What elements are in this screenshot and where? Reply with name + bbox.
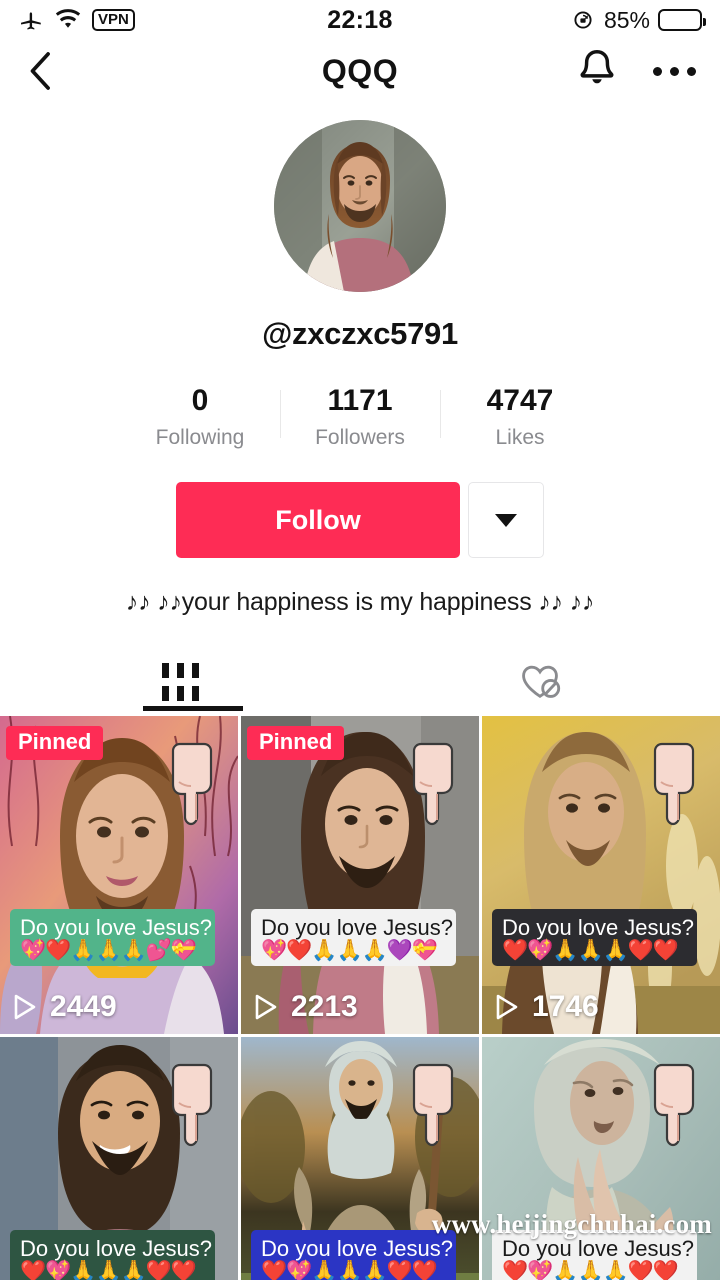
more-dots-icon bbox=[653, 66, 662, 76]
profile-stats: 0 Following 1171 Followers 4747 Likes bbox=[0, 384, 720, 450]
stat-likes[interactable]: 4747 Likes bbox=[440, 384, 600, 450]
stat-value: 1171 bbox=[327, 384, 393, 417]
video-cell[interactable]: Do you love Jesus? ❤️💖🙏🙏🙏❤️❤️ 1071 bbox=[241, 1037, 479, 1280]
video-cell[interactable]: Do you love Jesus? ❤️💖🙏🙏🙏❤️❤️ 1746 bbox=[482, 716, 720, 1034]
caption-emojis: 💖❤️🙏🙏🙏💜💝 bbox=[261, 939, 438, 962]
video-caption: Do you love Jesus? 💖❤️🙏🙏🙏💜💝 bbox=[251, 908, 456, 966]
pointing-down-hand-sticker bbox=[648, 738, 708, 835]
video-cell[interactable]: Pinned Do you love Jesus? 💖❤️🙏🙏🙏💜💝 2213 bbox=[241, 716, 479, 1034]
caption-text: Do you love Jesus? bbox=[502, 914, 694, 940]
play-count: 2449 bbox=[12, 990, 117, 1024]
avatar[interactable] bbox=[274, 120, 446, 292]
battery-icon bbox=[658, 9, 706, 31]
caption-emojis: ❤️💖🙏🙏🙏❤️❤️ bbox=[261, 1260, 438, 1280]
video-cell[interactable]: Pinned Do you love Jesus? 💖❤️🙏🙏🙏💕💝 2449 bbox=[0, 716, 238, 1034]
caption-emojis: 💖❤️🙏🙏🙏💕💝 bbox=[20, 939, 197, 962]
video-cell[interactable]: Do you love Jesus? ❤️💖🙏🙏🙏❤️❤️ 1271 bbox=[0, 1037, 238, 1280]
profile-more-button[interactable] bbox=[468, 482, 544, 558]
stat-followers[interactable]: 1171 Followers bbox=[280, 384, 440, 450]
stat-label: Following bbox=[155, 426, 245, 449]
profile-bio: ♪♪ ♪♪your happiness is my happiness ♪♪ ♪… bbox=[125, 588, 595, 616]
play-count: 2213 bbox=[253, 990, 358, 1024]
profile-handle: @zxczxc5791 bbox=[262, 316, 458, 351]
caption-emojis: ❤️💖🙏🙏🙏❤️❤️ bbox=[502, 1260, 679, 1280]
more-options-button[interactable] bbox=[653, 66, 696, 76]
play-count-value: 2213 bbox=[291, 990, 358, 1023]
profile-actions: Follow bbox=[0, 482, 720, 558]
profile-tabs bbox=[0, 653, 720, 711]
grid-icon bbox=[161, 663, 199, 701]
caption-emojis: ❤️💖🙏🙏🙏❤️❤️ bbox=[502, 939, 679, 962]
site-watermark: www.heijingchuhai.com bbox=[431, 1209, 712, 1239]
back-chevron-icon bbox=[30, 52, 50, 90]
status-bar: VPN 22:18 85% bbox=[0, 0, 720, 40]
video-caption: Do you love Jesus? 💖❤️🙏🙏🙏💕💝 bbox=[10, 908, 215, 966]
play-count-value: 2449 bbox=[50, 990, 117, 1023]
follow-button[interactable]: Follow bbox=[176, 482, 460, 558]
tab-videos[interactable] bbox=[0, 653, 360, 711]
bell-icon bbox=[580, 49, 614, 83]
pinned-badge: Pinned bbox=[6, 726, 104, 761]
profile-section: @zxczxc5791 0 Following 1171 Followers 4… bbox=[0, 102, 720, 617]
chevron-down-icon bbox=[495, 513, 517, 527]
notifications-button[interactable] bbox=[575, 45, 619, 98]
caption-text: Do you love Jesus? bbox=[261, 1235, 453, 1261]
play-count-value: 1746 bbox=[532, 990, 599, 1023]
status-bar-clock: 22:18 bbox=[327, 5, 393, 34]
video-caption: Do you love Jesus? ❤️💖🙏🙏🙏❤️❤️ bbox=[251, 1229, 456, 1280]
pointing-down-hand-sticker bbox=[166, 1059, 226, 1156]
nav-actions bbox=[575, 45, 696, 98]
pointing-down-hand-sticker bbox=[407, 1059, 467, 1156]
pointing-down-hand-sticker bbox=[166, 738, 226, 835]
nav-header: QQQ bbox=[0, 40, 720, 102]
play-icon bbox=[253, 993, 279, 1021]
avatar-image bbox=[274, 120, 446, 292]
pointing-down-hand-sticker bbox=[407, 738, 467, 835]
caption-text: Do you love Jesus? bbox=[261, 914, 453, 940]
pointing-down-hand-sticker bbox=[648, 1059, 708, 1156]
video-caption: Do you love Jesus? ❤️💖🙏🙏🙏❤️❤️ bbox=[492, 908, 697, 966]
video-grid: Pinned Do you love Jesus? 💖❤️🙏🙏🙏💕💝 2449 bbox=[0, 716, 720, 1280]
caption-text: Do you love Jesus? bbox=[20, 914, 212, 940]
stat-label: Likes bbox=[495, 426, 545, 449]
tab-liked[interactable] bbox=[360, 653, 720, 711]
play-icon bbox=[12, 993, 38, 1021]
stat-label: Followers bbox=[315, 426, 405, 449]
video-cell[interactable]: Do you love Jesus? ❤️💖🙏🙏🙏❤️❤️ 1929 bbox=[482, 1037, 720, 1280]
stat-following[interactable]: 0 Following bbox=[120, 384, 280, 450]
pinned-badge: Pinned bbox=[247, 726, 345, 761]
stat-value: 0 bbox=[191, 384, 209, 417]
heart-slash-icon bbox=[522, 665, 561, 698]
play-count: 1746 bbox=[494, 990, 599, 1024]
caption-emojis: ❤️💖🙏🙏🙏❤️❤️ bbox=[20, 1260, 197, 1280]
play-icon bbox=[494, 993, 520, 1021]
stat-value: 4747 bbox=[486, 384, 554, 417]
video-caption: Do you love Jesus? ❤️💖🙏🙏🙏❤️❤️ bbox=[10, 1229, 215, 1280]
back-button[interactable] bbox=[24, 48, 58, 94]
active-tab-indicator bbox=[143, 706, 243, 711]
caption-text: Do you love Jesus? bbox=[20, 1235, 212, 1261]
